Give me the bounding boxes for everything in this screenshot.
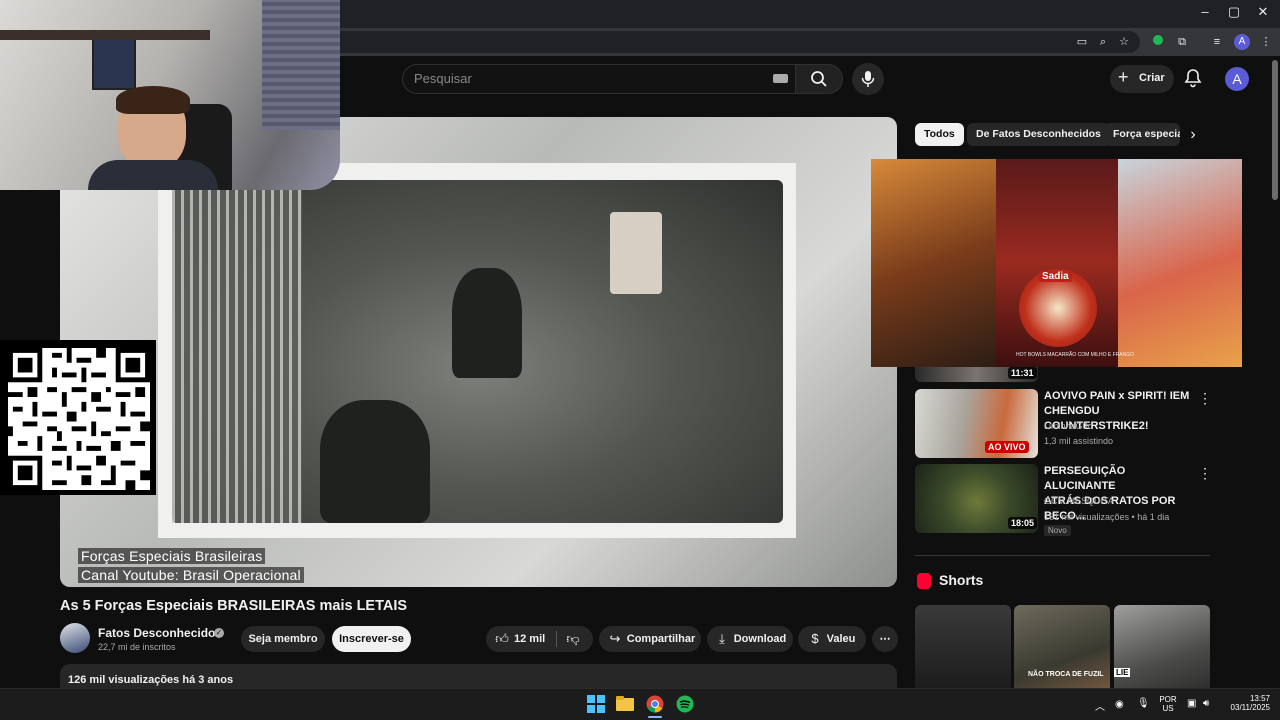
streamer-hair: [116, 86, 190, 114]
create-label: Criar: [1139, 72, 1165, 84]
promo-character-right: [1118, 159, 1242, 367]
notifications-bell-icon[interactable]: [1183, 68, 1203, 88]
short-overlay-text: LIE: [1114, 668, 1131, 677]
recommendation-channel[interactable]: LiminhaG0d: [1044, 421, 1093, 431]
active-app-indicator: [648, 716, 662, 718]
language-indicator[interactable]: POR: [1158, 695, 1178, 704]
close-window-button[interactable]: ✕: [1248, 4, 1278, 20]
channel-avatar[interactable]: [60, 623, 90, 653]
join-member-button[interactable]: Seja membro: [241, 626, 325, 652]
section-divider: [915, 555, 1210, 556]
more-actions-button[interactable]: ⋯: [872, 626, 898, 652]
description-meta: 126 mil visualizações há 3 anos: [68, 674, 234, 686]
promo-overlay-image[interactable]: Sadia HOT BOWLS MACARRÃO COM MILHO E FRA…: [871, 159, 1242, 367]
spotify-icon[interactable]: [676, 695, 694, 713]
share-arrow-icon: ↪: [609, 631, 621, 646]
clock-date[interactable]: 03/11/2025: [1222, 703, 1270, 712]
video-duration: 18:05: [1008, 517, 1038, 529]
short-thumbnail[interactable]: LIE: [1114, 605, 1210, 695]
promo-character-left: [871, 159, 996, 367]
voice-search-button[interactable]: [852, 63, 884, 95]
like-thumb-icon[interactable]: 👍︎: [493, 630, 511, 648]
bookmark-star-icon[interactable]: ☆: [1116, 34, 1132, 50]
zoom-icon[interactable]: ⌕: [1095, 34, 1111, 50]
account-avatar[interactable]: A: [1225, 67, 1249, 91]
network-icon[interactable]: ▣: [1187, 698, 1196, 709]
qr-code-overlay: [0, 340, 156, 495]
recommendation-channel[interactable]: GCM MESQUITA: [1044, 496, 1114, 506]
video-title: As 5 Forças Especiais BRASILEIRAS mais L…: [60, 598, 408, 614]
promo-caption: HOT BOWLS MACARRÃO COM MILHO E FRANGO: [1016, 352, 1134, 358]
shorts-logo-icon: [917, 573, 931, 589]
windows-taskbar: [0, 688, 1280, 720]
window-blinds: [262, 0, 340, 130]
windows-start-icon[interactable]: [587, 695, 605, 713]
clock-time[interactable]: 13:57: [1222, 694, 1270, 703]
extension-green-icon[interactable]: [1150, 34, 1166, 50]
address-bar[interactable]: [320, 31, 1140, 53]
short-overlay-text: NÃO TROCA DE FUZIL: [1028, 671, 1104, 678]
scrollbar-thumb[interactable]: [1272, 60, 1278, 200]
like-count[interactable]: 12 mil: [514, 633, 545, 645]
webcam-overlay: [0, 0, 340, 190]
file-explorer-icon[interactable]: [616, 695, 634, 713]
video-railing-graphic: [172, 180, 302, 523]
screen: – ▢ ✕ ▭ ⌕ ☆ ⧉ ≡ A ⋮ Pesquisar + Criar A: [0, 0, 1280, 720]
volume-icon[interactable]: 🔊︎: [1203, 698, 1209, 709]
microphone-tray-icon[interactable]: 🎙︎: [1137, 698, 1150, 709]
streamer-shirt: [88, 160, 218, 190]
video-soldier-figure: [320, 400, 430, 523]
channel-name[interactable]: Fatos Desconhecidos: [98, 626, 222, 640]
verified-check-icon: ✓: [214, 628, 224, 638]
dislike-thumb-icon[interactable]: 👎︎: [564, 630, 582, 648]
search-icon: [811, 71, 827, 87]
video-caption-line1: Forças Especiais Brasileiras: [78, 548, 266, 564]
new-badge: Novo: [1044, 525, 1071, 536]
keyboard-layout[interactable]: US: [1158, 704, 1178, 713]
extensions-puzzle-icon[interactable]: ⧉: [1174, 34, 1190, 50]
like-divider: [556, 631, 557, 647]
shorts-title: Shorts: [939, 572, 984, 588]
subscribe-button[interactable]: Inscrever-se: [332, 626, 411, 652]
short-thumbnail[interactable]: [915, 605, 1011, 695]
plus-icon: +: [1118, 67, 1129, 87]
maximize-button[interactable]: ▢: [1219, 4, 1249, 20]
video-target-board: [610, 212, 662, 294]
wall-poster: [92, 36, 136, 90]
chevron-right-icon[interactable]: ›: [1184, 125, 1202, 145]
recommendation-menu-icon[interactable]: ⋮: [1198, 465, 1212, 481]
thanks-dollar-icon: $: [811, 631, 819, 646]
download-icon: ⤓: [719, 631, 725, 646]
media-queue-icon[interactable]: ≡: [1209, 34, 1225, 50]
short-thumbnail[interactable]: NÃO TROCA DE FUZIL: [1014, 605, 1110, 695]
minimize-button[interactable]: –: [1190, 4, 1220, 19]
video-soldier-figure: [452, 268, 522, 378]
discord-tray-icon[interactable]: ◉: [1115, 699, 1124, 710]
chrome-icon[interactable]: [646, 695, 664, 713]
subscriber-count: 22,7 mi de inscritos: [98, 642, 176, 652]
keyboard-icon[interactable]: [773, 74, 788, 83]
chip-all[interactable]: Todos: [915, 123, 964, 146]
browser-profile-avatar[interactable]: A: [1234, 34, 1250, 50]
menu-dots-icon[interactable]: ⋮: [1258, 34, 1274, 50]
qr-code-pattern: [8, 348, 150, 490]
wall-shelf: [0, 30, 210, 40]
recommendation-meta: 1,3 mil assistindo: [1044, 436, 1114, 446]
cast-icon[interactable]: ▭: [1074, 34, 1090, 50]
chip-special-forces[interactable]: Força especial: [1104, 123, 1180, 146]
recommendation-menu-icon[interactable]: ⋮: [1198, 390, 1212, 406]
tray-overflow-chevron-icon[interactable]: ︿: [1095, 698, 1105, 713]
recommendation-meta: 161 mil visualizações • há 1 dia: [1044, 512, 1170, 522]
search-button[interactable]: [795, 64, 843, 94]
live-badge: AO VIVO: [985, 441, 1029, 453]
search-placeholder: Pesquisar: [414, 71, 472, 86]
video-caption-line2: Canal Youtube: Brasil Operacional: [78, 567, 304, 583]
chip-from-channel[interactable]: De Fatos Desconhecidos: [967, 123, 1110, 146]
promo-brand-text: Sadia: [1039, 271, 1072, 282]
qr-code-image: [8, 348, 150, 490]
video-duration: 11:31: [1008, 367, 1037, 379]
mic-icon: [861, 71, 875, 87]
